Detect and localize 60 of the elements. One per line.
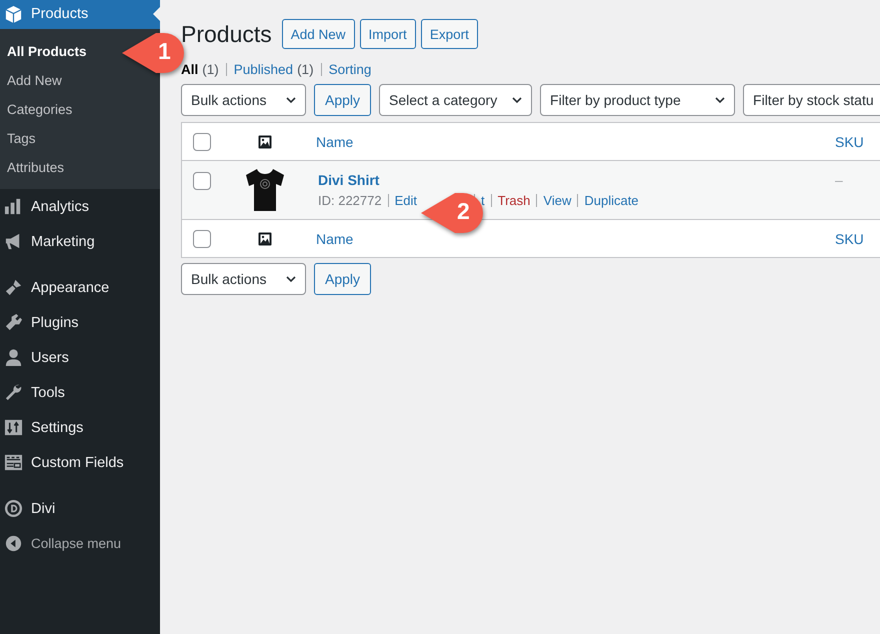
menu-item[interactable]: Products [0,0,160,29]
menu-item[interactable]: Appearance [0,270,160,305]
column-header-link[interactable]: SKU [835,230,864,246]
select-dropdown[interactable]: Bulk actions [181,263,306,295]
menu-icon [4,4,23,24]
submenu-item[interactable]: Tags [7,124,36,153]
apply-button[interactable]: Apply [314,84,372,116]
tshirt-thumbnail [245,168,285,212]
count-text: (1) [202,62,219,76]
menu-icon [4,499,23,518]
submenu-item[interactable]: Categories [7,95,72,124]
page-action-button[interactable]: Export [420,19,478,49]
column-header-link[interactable]: Name [316,230,354,246]
column-header-link[interactable]: Name [316,134,354,150]
menu-icon [4,197,23,216]
image-icon [258,134,272,148]
checkbox[interactable] [193,172,211,190]
menu-item[interactable]: Divi [0,491,160,526]
menu-item[interactable]: Custom Fields [0,445,160,480]
row-action-link[interactable]: View [543,193,572,208]
menu-item[interactable]: Plugins [0,305,160,340]
menu-item[interactable]: Marketing [0,224,160,259]
page-action-button[interactable]: Import [360,19,416,49]
menu-item[interactable]: Users [0,340,160,375]
checkbox[interactable] [193,132,211,150]
select-dropdown[interactable]: Filter by product type [540,84,736,116]
checkbox[interactable] [193,230,211,248]
menu-icon [4,278,23,297]
image-icon [258,232,272,246]
row-action-link[interactable]: Edit [394,193,418,208]
menu-icon [4,348,23,367]
menu-item[interactable]: Analytics [0,189,160,224]
menu-icon [4,383,23,402]
count-text: (1) [297,62,314,76]
row-action-link[interactable]: Trash [498,193,530,208]
menu-icon [4,313,23,332]
apply-button[interactable]: Apply [314,263,372,295]
status-filter-link[interactable]: Published [234,62,294,76]
status-filter-link[interactable]: Sorting [328,62,372,76]
submenu-item[interactable]: All Products [7,37,87,66]
page-title: Products [181,20,272,48]
select-dropdown[interactable]: Filter by stock statu [743,84,880,116]
menu-item[interactable]: Tools [0,375,160,410]
menu-icon [4,418,23,437]
row-action-link[interactable]: t [481,193,485,208]
submenu-item[interactable]: Attributes [7,153,64,182]
collapse-icon [4,534,23,553]
menu-item[interactable]: Settings [0,410,160,445]
page-action-button[interactable]: Add New [282,19,355,49]
product-id-text: ID: 222772 [318,193,382,208]
product-name-link[interactable]: Divi Shirt [318,172,380,188]
row-action-link[interactable]: Duplicate [584,193,639,208]
select-dropdown[interactable]: Bulk actions [181,84,306,116]
menu-icon [4,453,23,472]
select-dropdown[interactable]: Select a category [379,84,532,116]
column-header-link[interactable]: SKU [835,134,864,150]
collapse-menu-button[interactable]: Collapse menu [0,526,160,561]
sku-value: – [835,172,843,188]
submenu-item[interactable]: Add New [7,66,62,95]
status-filter-link[interactable]: All [181,62,198,76]
